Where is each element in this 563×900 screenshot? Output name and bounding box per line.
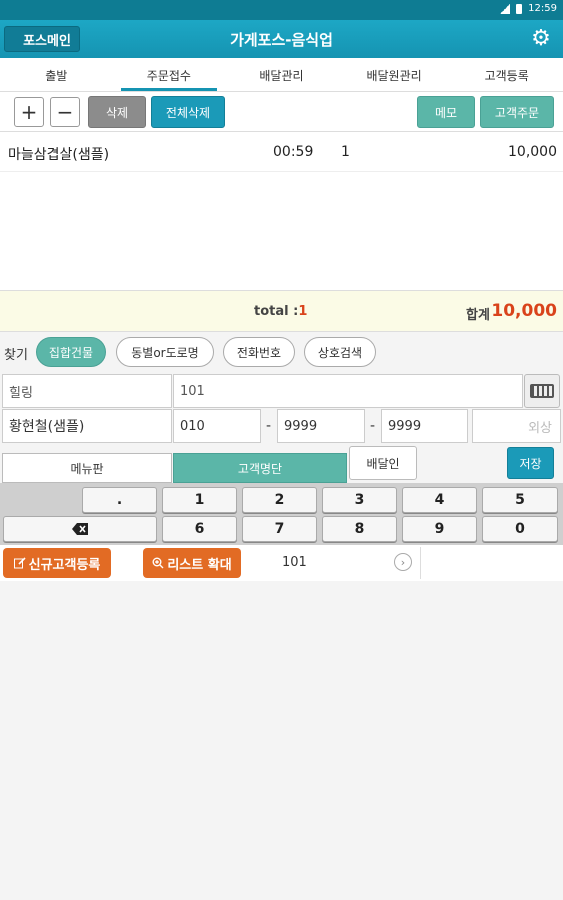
- customer-list-bar: 신규고객등록 리스트 확대 101: [0, 545, 563, 581]
- battery-icon: [516, 3, 523, 14]
- expand-list-button[interactable]: 리스트 확대: [143, 548, 241, 578]
- phone-dash: -: [266, 418, 272, 434]
- edit-icon: [13, 557, 26, 569]
- order-item-qty: 1: [341, 144, 350, 160]
- new-customer-label: 신규고객등록: [28, 557, 101, 573]
- search-label: 찾기: [4, 348, 28, 363]
- tab-start[interactable]: 출발: [0, 58, 113, 91]
- search-option-business[interactable]: 상호검색: [304, 337, 376, 367]
- selected-unit-value: 101: [282, 555, 307, 570]
- total-label: total :1: [254, 304, 308, 319]
- app-bar: 포스메인 가게포스-음식업 ⚙: [0, 20, 563, 58]
- status-time: 12:59: [528, 3, 557, 14]
- save-button[interactable]: 저장: [507, 447, 554, 479]
- delete-all-button[interactable]: 전체삭제: [151, 96, 225, 128]
- key-7[interactable]: 7: [242, 516, 317, 542]
- order-item-price: 10,000: [508, 144, 557, 160]
- building-field[interactable]: 힐링: [2, 374, 172, 408]
- sum-value: 10,000: [491, 301, 557, 321]
- search-option-building[interactable]: 집합건물: [36, 337, 106, 367]
- memo-button[interactable]: 메모: [417, 96, 475, 128]
- status-bar: 12:59: [0, 0, 563, 20]
- order-toolbar: + − 삭제 전체삭제 메모 고객주문: [0, 92, 563, 132]
- key-0[interactable]: 0: [482, 516, 558, 542]
- delivery-person-button[interactable]: 배달인: [349, 446, 417, 480]
- key-3[interactable]: 3: [322, 487, 397, 513]
- numeric-keypad: . 1 2 3 4 5 6 7 8 9 0: [0, 483, 563, 545]
- customer-list-tab[interactable]: 고객명단: [173, 453, 347, 483]
- phone-last-field[interactable]: 9999: [381, 409, 468, 443]
- quantity-plus-button[interactable]: +: [14, 97, 44, 127]
- divider: [420, 547, 421, 579]
- total-count: 1: [298, 304, 308, 319]
- key-4[interactable]: 4: [402, 487, 477, 513]
- app-title: 가게포스-음식업: [230, 31, 333, 49]
- totals-bar: total :1 합계 10,000: [0, 290, 563, 332]
- tab-driver-management[interactable]: 배달원관리: [338, 58, 451, 91]
- order-item-name: 마늘삼겹살(샘플): [8, 147, 110, 163]
- key-5[interactable]: 5: [482, 487, 558, 513]
- key-9[interactable]: 9: [402, 516, 477, 542]
- expand-list-label: 리스트 확대: [167, 557, 232, 573]
- unit-field[interactable]: 101: [173, 374, 523, 408]
- backspace-icon: [72, 523, 88, 535]
- order-row[interactable]: 마늘삼겹살(샘플) 00:59 1 10,000: [0, 132, 563, 172]
- keyboard-icon[interactable]: [524, 374, 560, 408]
- tab-order-receipt[interactable]: 주문접수: [113, 58, 226, 91]
- new-customer-button[interactable]: 신규고객등록: [3, 548, 111, 578]
- delete-button[interactable]: 삭제: [88, 96, 146, 128]
- tab-delivery-management[interactable]: 배달관리: [225, 58, 338, 91]
- quantity-minus-button[interactable]: −: [50, 97, 80, 127]
- phone-dash: -: [370, 418, 376, 434]
- search-options: 찾기 집합건물 동별or도로명 전화번호 상호검색: [0, 333, 563, 371]
- key-6[interactable]: 6: [162, 516, 237, 542]
- order-list: 마늘삼겹살(샘플) 00:59 1 10,000: [0, 132, 563, 290]
- signal-icon: [500, 3, 511, 14]
- backspace-key[interactable]: [3, 516, 157, 542]
- order-item-time: 00:59: [273, 144, 314, 160]
- chevron-right-icon[interactable]: ›: [394, 553, 412, 571]
- customer-order-button[interactable]: 고객주문: [480, 96, 554, 128]
- menu-board-tab[interactable]: 메뉴판: [2, 453, 172, 483]
- credit-field[interactable]: 외상: [472, 409, 561, 443]
- search-option-dong-road[interactable]: 동별or도로명: [116, 337, 214, 367]
- phone-middle-field[interactable]: 9999: [277, 409, 365, 443]
- gear-icon[interactable]: ⚙: [529, 27, 553, 51]
- zoom-in-icon: [152, 557, 164, 569]
- search-option-phone[interactable]: 전화번호: [223, 337, 295, 367]
- phone-prefix-field[interactable]: 010: [173, 409, 261, 443]
- key-1[interactable]: 1: [162, 487, 237, 513]
- key-8[interactable]: 8: [322, 516, 397, 542]
- key-2[interactable]: 2: [242, 487, 317, 513]
- tab-customer-registration[interactable]: 고객등록: [450, 58, 563, 91]
- sum-label: 합계: [466, 308, 490, 323]
- tab-bar: 출발 주문접수 배달관리 배달원관리 고객등록: [0, 58, 563, 92]
- customer-name-field[interactable]: 황현철(샘플): [2, 409, 172, 443]
- key-dot[interactable]: .: [82, 487, 157, 513]
